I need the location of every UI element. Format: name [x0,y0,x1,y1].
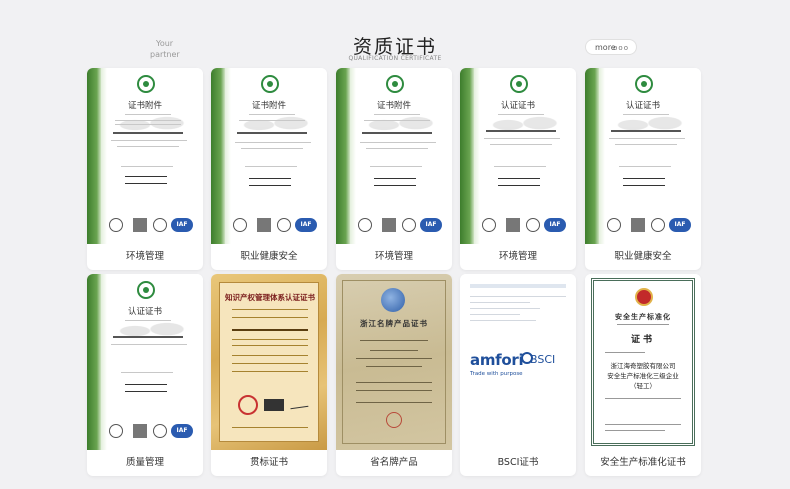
certificate-card[interactable]: 认证证书 IAF 职业健康安全 [585,68,701,270]
certificate-card[interactable]: 安全生产标准化 证书 浙江海奇塑胶有限公司 安全生产标准化三级企业 （轻工） 安… [585,274,701,476]
certificate-title: 知识产权管理体系认证证书 [225,293,315,302]
red-stamp-icon [238,395,258,415]
certificate-label: 环境管理 [125,251,164,262]
certificate-title: 安全生产标准化 [615,313,671,321]
header: Your partner 资质证书 QUALIFICATION CERTIFIC… [0,0,790,68]
certificate-card[interactable]: 知识产权管理体系认证证书 贯标证书 [211,274,327,476]
accreditation-logos: IAF [482,218,572,234]
accreditation-logos: IAF [607,218,697,234]
certificate-industry: （轻工） [630,382,656,390]
certificate-title: 浙江名牌产品证书 [360,319,428,328]
certificate-label: 环境管理 [374,251,413,262]
red-stamp-icon [386,412,402,428]
certificate-image: 安全生产标准化 证书 浙江海奇塑胶有限公司 安全生产标准化三级企业 （轻工） [585,274,701,450]
certificate-card[interactable]: 证书附件 IAF 环境管理 [87,68,203,270]
certificate-label: 职业健康安全 [240,251,298,262]
certificate-grade: 安全生产标准化三级企业 [607,372,679,380]
iaf-logo: IAF [295,218,317,232]
bsci-badge: BSCI [530,353,556,366]
cert-seal-icon [635,75,653,93]
certificate-label: 贯标证书 [249,457,288,468]
iaf-logo: IAF [171,424,193,438]
certificate-card[interactable]: 证书附件 IAF 职业健康安全 [211,68,327,270]
more-dots-icon: ooo [613,44,629,52]
certificate-image: 认证证书 IAF [87,274,203,450]
certificate-label: 省名牌产品 [370,457,418,468]
certificate-image: 证书附件 IAF [87,68,203,244]
certificate-image: 知识产权管理体系认证证书 [211,274,327,450]
certificate-label: 环境管理 [498,251,537,262]
certificate-label: 安全生产标准化证书 [600,457,686,468]
certificate-heading: 证书 [630,335,655,345]
accreditation-logos: IAF [109,218,199,234]
certificate-image: 认证证书 IAF [585,68,701,244]
iaf-logo: IAF [544,218,566,232]
certificate-company: 浙江海奇塑胶有限公司 [610,362,676,370]
certificate-image: 浙江名牌产品证书 [336,274,452,450]
cert-seal-icon [261,75,279,93]
accreditation-logos: IAF [358,218,448,234]
certificate-card[interactable]: 证书附件 IAF 环境管理 [336,68,452,270]
iaf-logo: IAF [669,218,691,232]
accreditation-logos: IAF [109,424,199,440]
globe-emblem-icon [381,288,405,312]
iaf-logo: IAF [420,218,442,232]
certificate-label: BSCI证书 [497,457,539,468]
certificate-image: 证书附件 IAF [336,68,452,244]
cert-seal-icon [510,75,528,93]
trade-tagline: Trade with purpose [470,371,523,377]
iaf-logo: IAF [171,218,193,232]
amfori-logo: amfori [470,351,524,369]
certificate-card[interactable]: 认证证书 IAF 环境管理 [460,68,576,270]
cert-seal-icon [386,75,404,93]
certificate-image: 证书附件 IAF [211,68,327,244]
certificate-card[interactable]: 认证证书 IAF 质量管理 [87,274,203,476]
certificate-card[interactable]: 浙江名牌产品证书 省名牌产品 [336,274,452,476]
accreditation-logos: IAF [233,218,323,234]
more-button[interactable]: more ooo [585,39,637,55]
signature [289,399,309,410]
certificate-image: amfori BSCI Trade with purpose [460,274,576,450]
certificate-label: 职业健康安全 [614,251,672,262]
cert-seal-icon [137,281,155,299]
national-emblem-icon [635,288,653,306]
certificate-image: 认证证书 IAF [460,68,576,244]
page-subtitle: QUALIFICATION CERTIFICATE [348,55,442,62]
cert-seal-icon [137,75,155,93]
certificate-label: 质量管理 [125,457,164,468]
certificate-card[interactable]: amfori BSCI Trade with purpose BSCI证书 [460,274,576,476]
